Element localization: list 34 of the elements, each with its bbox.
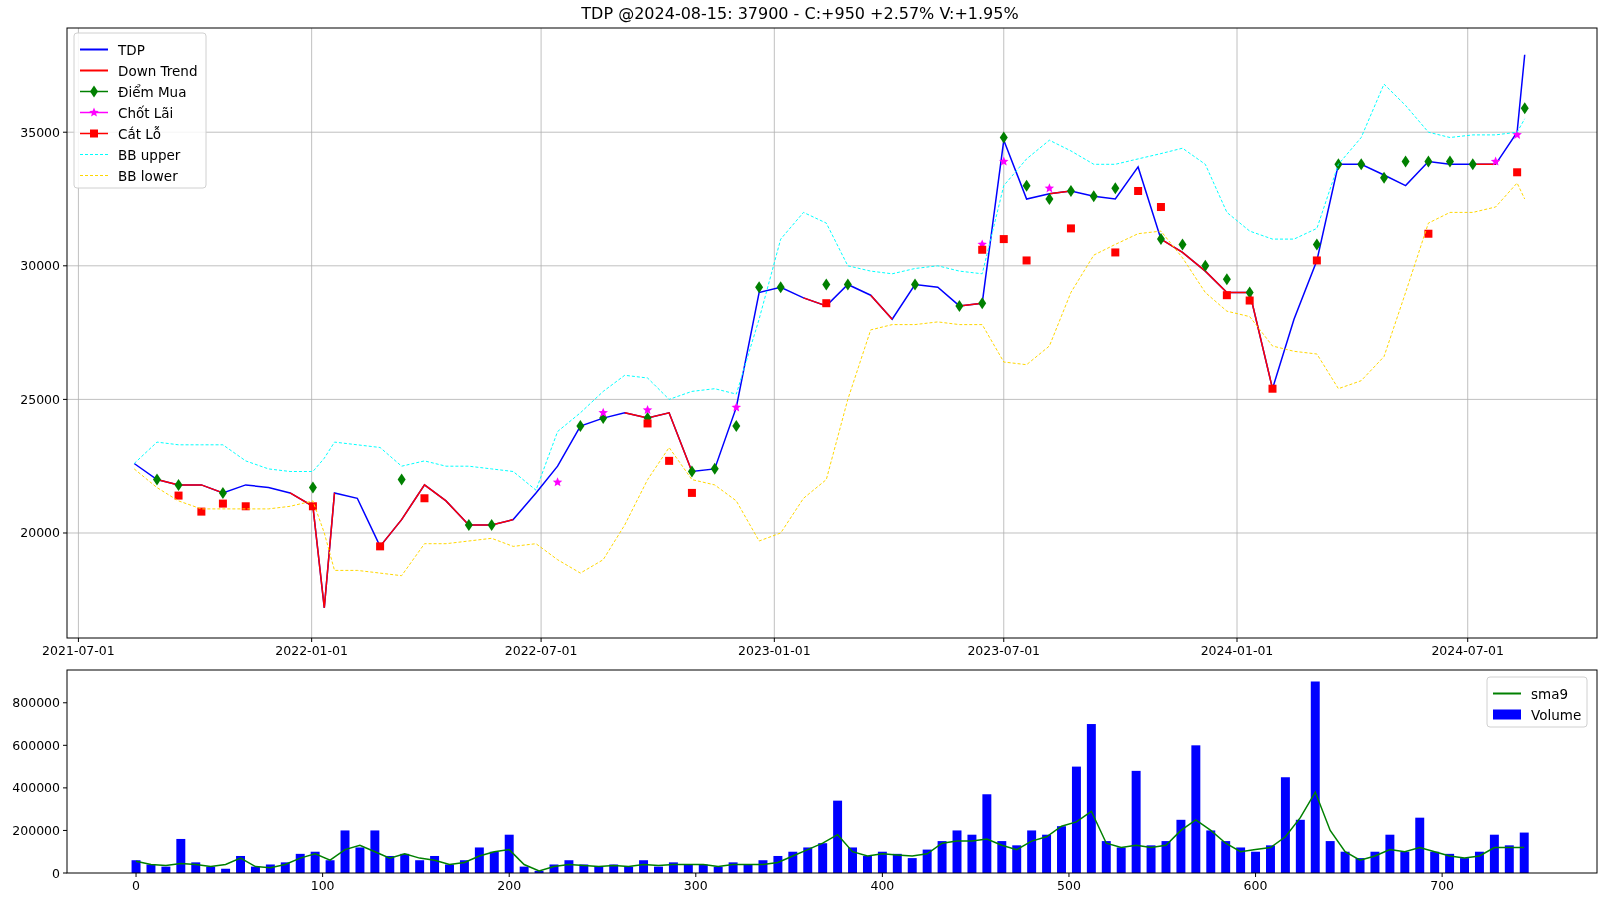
tick-label: 25000	[20, 391, 60, 407]
legend-label: sma9	[1531, 685, 1569, 702]
tick-label: 300	[683, 878, 708, 893]
tick-label: 20000	[20, 525, 60, 541]
tick-label: 2021-07-01	[42, 643, 115, 658]
tick-label: 400000	[12, 780, 60, 796]
tick-label: 500	[1057, 878, 1081, 893]
tick-label: 30000	[20, 258, 60, 274]
legend-label: Điểm Mua	[118, 83, 187, 100]
tick-label: 2024-01-01	[1200, 643, 1274, 658]
legend-label: TDP	[118, 41, 145, 58]
tick-label: 200000	[12, 822, 60, 838]
legend-label: Volume	[1531, 706, 1582, 723]
tick-label: 700	[1430, 878, 1455, 893]
tick-label: 2022-07-01	[504, 643, 578, 658]
tick-label: 600000	[12, 737, 60, 753]
tick-label: 600	[1243, 878, 1268, 893]
tick-label: 2023-01-01	[738, 643, 811, 658]
tick-label: 100	[310, 878, 335, 893]
legend-label: BB lower	[118, 167, 178, 184]
legend-label: Down Trend	[118, 62, 198, 79]
tick-label: 200	[497, 878, 522, 893]
tick-label: 35000	[20, 124, 60, 140]
tick-label: 2023-07-01	[967, 643, 1041, 658]
tick-label: 0	[52, 865, 60, 881]
tick-label: 2022-01-01	[275, 643, 348, 658]
legend-label: Chốt Lãi	[118, 104, 174, 121]
tick-label: 800000	[12, 695, 60, 711]
chart-title: TDP @2024-08-15: 37900 - C:+950 +2.57% V:+1.95%	[580, 2, 1020, 25]
tick-label: 400	[870, 878, 895, 893]
legend-label: BB upper	[118, 146, 181, 163]
tick-label: 2024-07-01	[1431, 643, 1505, 658]
tick-label: 0	[132, 878, 140, 893]
legend-label: Cắt Lỗ	[118, 125, 162, 142]
